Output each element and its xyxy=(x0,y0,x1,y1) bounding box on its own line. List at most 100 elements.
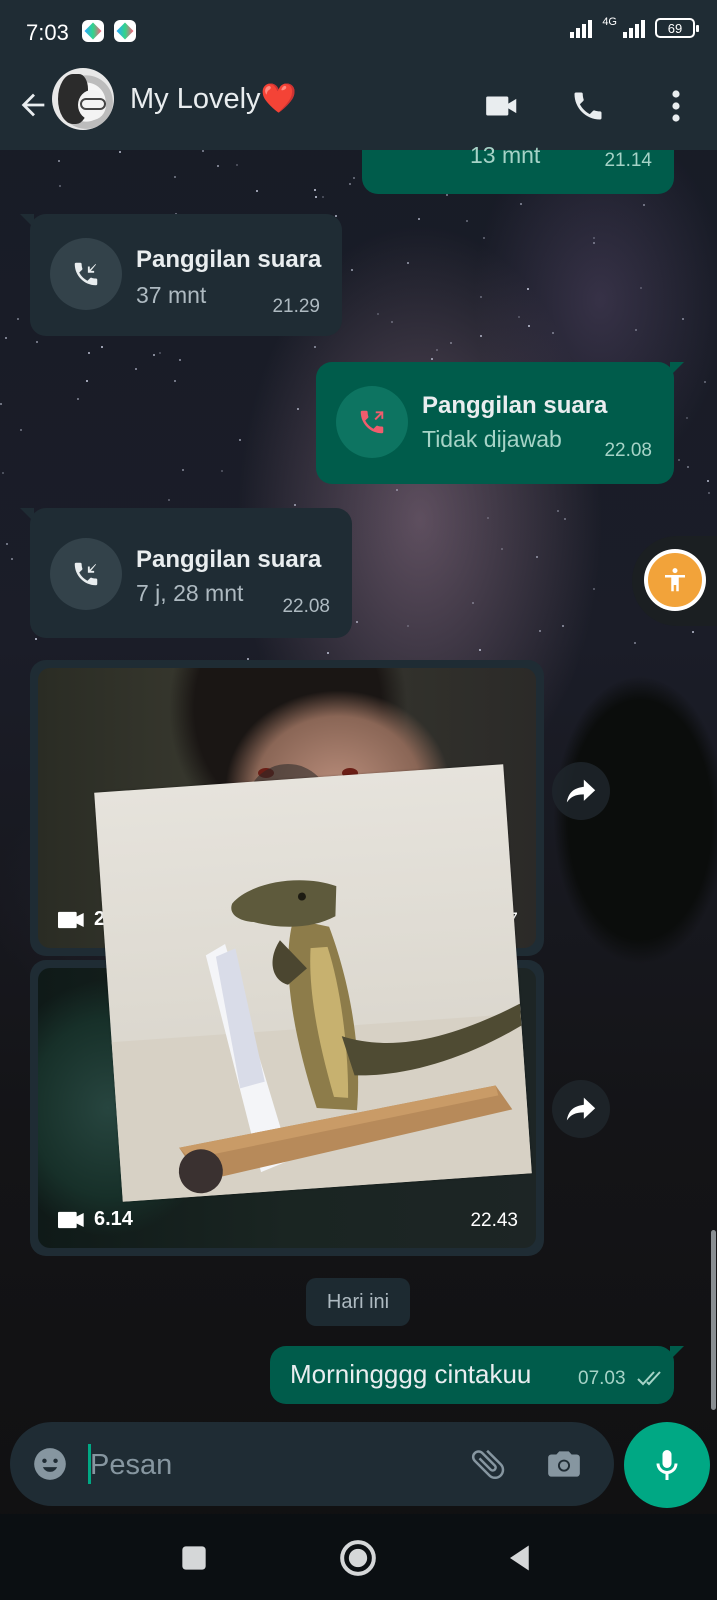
star xyxy=(678,459,680,461)
video-camera-icon xyxy=(58,911,84,928)
battery-icon: 69 xyxy=(655,18,699,38)
crocodile-image xyxy=(111,880,532,1202)
star xyxy=(593,237,595,239)
star xyxy=(487,517,489,519)
star xyxy=(418,218,420,220)
call-title: Panggilan suara xyxy=(136,246,322,273)
star xyxy=(431,358,433,360)
star xyxy=(539,630,541,632)
forward-button[interactable] xyxy=(552,1080,610,1138)
incoming-call-icon xyxy=(74,262,98,286)
accessibility-floating-menu[interactable] xyxy=(632,536,717,626)
star xyxy=(77,398,79,400)
message-input[interactable] xyxy=(88,1440,462,1490)
star xyxy=(527,288,529,290)
camera-icon xyxy=(548,1451,580,1477)
status-bar: 7:03 4G 69 xyxy=(0,0,717,64)
star xyxy=(634,642,636,644)
voice-call-button[interactable] xyxy=(566,84,610,128)
star xyxy=(101,346,103,348)
star xyxy=(297,408,299,410)
battery-level: 69 xyxy=(667,20,683,36)
message-time: 21.29 xyxy=(272,296,320,317)
star xyxy=(119,151,121,153)
star xyxy=(536,556,538,558)
incoming-call-bubble[interactable]: Panggilan suara 37 mnt 21.29 xyxy=(20,214,342,336)
incoming-call-icon xyxy=(74,562,98,586)
home-button[interactable] xyxy=(328,1528,388,1588)
star xyxy=(450,342,452,344)
emoji-icon xyxy=(34,1448,66,1480)
star xyxy=(356,621,358,623)
camera-button[interactable] xyxy=(542,1442,586,1486)
star xyxy=(593,242,595,244)
missed-outgoing-call-icon xyxy=(360,410,384,434)
star xyxy=(643,204,645,206)
star xyxy=(86,380,88,382)
incoming-call-bubble[interactable]: Panggilan suara 7 j, 28 mnt 22.08 xyxy=(20,508,352,638)
call-icon-circle xyxy=(336,386,408,458)
star xyxy=(2,472,4,474)
star xyxy=(483,237,485,239)
video-duration-text: 6.14 xyxy=(94,1208,133,1230)
crocodile-sticker[interactable] xyxy=(94,764,532,1202)
star xyxy=(17,318,19,320)
wallpaper-trees xyxy=(530,620,717,1040)
system-navigation-bar xyxy=(0,1514,717,1600)
back-nav-button[interactable] xyxy=(490,1528,550,1588)
star xyxy=(501,548,503,550)
video-call-button[interactable] xyxy=(480,84,524,128)
network-type-label: 4G xyxy=(602,16,617,28)
recents-square-icon xyxy=(182,1546,206,1570)
star xyxy=(528,325,530,327)
star xyxy=(20,429,22,431)
home-circle-icon xyxy=(340,1540,376,1576)
star xyxy=(182,469,184,471)
heart-emoji: ❤️ xyxy=(260,83,297,115)
app-notification-icon xyxy=(114,20,136,42)
star xyxy=(708,492,710,494)
chat-scrollbar[interactable] xyxy=(711,1230,716,1410)
star xyxy=(58,160,60,162)
video-call-icon xyxy=(486,96,517,116)
date-divider: Hari ini xyxy=(306,1278,410,1326)
star xyxy=(236,164,238,166)
star xyxy=(314,189,316,191)
contact-avatar[interactable] xyxy=(52,68,114,130)
call-icon-circle xyxy=(50,538,122,610)
star xyxy=(480,296,482,298)
star xyxy=(88,352,90,354)
attach-icon xyxy=(471,1449,505,1480)
signal-strength-icon xyxy=(570,18,593,38)
outgoing-call-bubble[interactable]: 13 mnt 21.14 xyxy=(362,142,674,194)
back-triangle-icon xyxy=(510,1545,529,1571)
accessibility-button[interactable] xyxy=(644,549,706,611)
star xyxy=(692,631,694,633)
outgoing-text-bubble[interactable]: Morningggg cintakuu 07.03 xyxy=(270,1346,684,1404)
star xyxy=(446,194,448,196)
more-options-button[interactable] xyxy=(654,84,698,128)
star xyxy=(407,625,409,627)
attach-button[interactable] xyxy=(466,1442,510,1486)
call-duration: 13 mnt xyxy=(470,142,541,168)
star xyxy=(179,359,181,361)
star xyxy=(202,150,204,152)
message-text: Morningggg cintakuu xyxy=(290,1359,532,1389)
star xyxy=(6,543,8,545)
more-options-icon xyxy=(672,90,680,122)
star xyxy=(153,354,155,356)
emoji-button[interactable] xyxy=(28,1442,72,1486)
voice-message-button[interactable] xyxy=(624,1422,710,1508)
back-button[interactable] xyxy=(10,82,56,128)
star xyxy=(640,287,642,289)
star xyxy=(687,466,689,468)
forward-button[interactable] xyxy=(552,762,610,820)
recents-button[interactable] xyxy=(164,1528,224,1588)
star xyxy=(480,335,482,337)
star xyxy=(314,346,316,348)
star xyxy=(11,558,13,560)
star xyxy=(707,480,709,482)
star xyxy=(239,439,241,441)
outgoing-call-bubble[interactable]: Panggilan suara Tidak dijawab 22.08 xyxy=(316,362,684,484)
contact-name[interactable]: My Lovely❤️ xyxy=(130,82,297,116)
